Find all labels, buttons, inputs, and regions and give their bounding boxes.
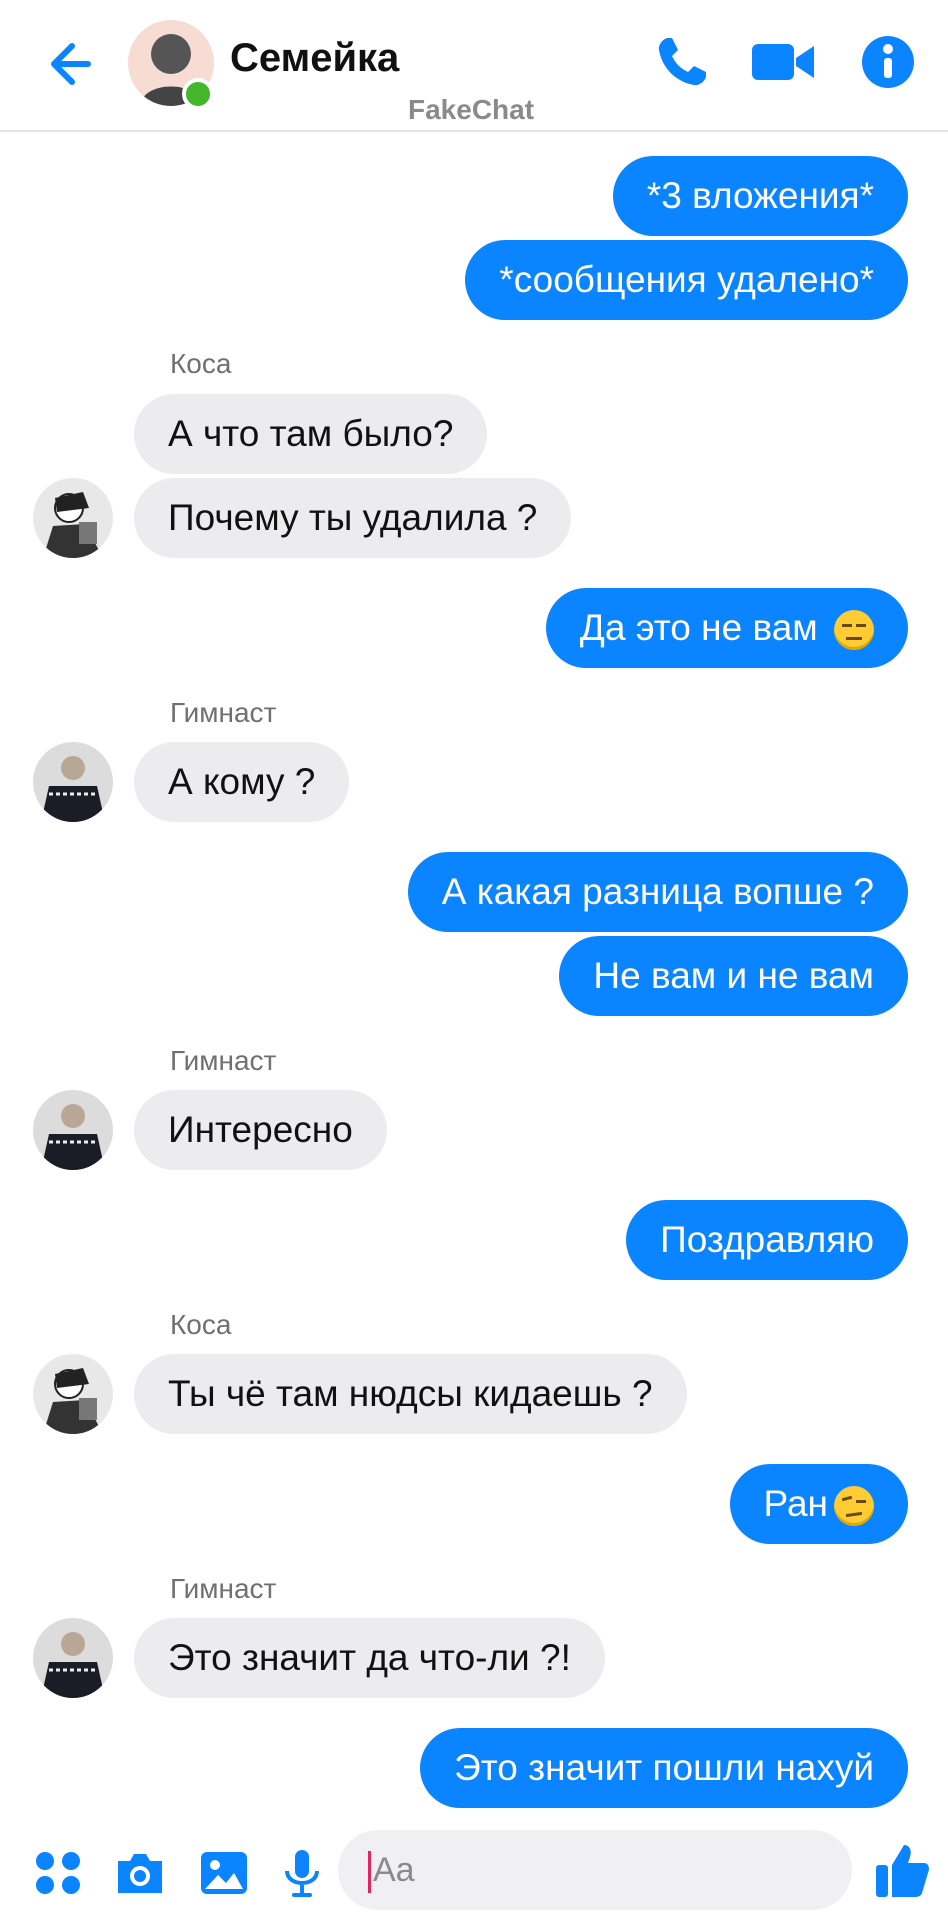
video-camera-icon[interactable] (748, 30, 818, 94)
sender-name: Коса (170, 1309, 232, 1340)
message-bubble-incoming[interactable]: А кому ? (134, 742, 350, 822)
message-text: Не вам и не вам (593, 955, 874, 996)
expressionless-face-emoji (834, 610, 874, 651)
message-bubble-incoming[interactable]: Это значит да что-ли ?! (134, 1618, 605, 1698)
message-bubble-outgoing[interactable]: Не вам и не вам (559, 936, 908, 1016)
message-text: А кому ? (168, 761, 316, 802)
info-icon[interactable] (856, 30, 920, 94)
thumbs-up-icon[interactable] (872, 1841, 932, 1901)
text-cursor (368, 1851, 371, 1894)
sender-avatar-kosa[interactable] (33, 1354, 113, 1434)
sender-name: Гимнаст (170, 1573, 277, 1604)
chat-title[interactable]: Семейка (230, 36, 399, 81)
message-text: Интересно (168, 1109, 353, 1150)
message-bubble-incoming[interactable]: А что там было? (134, 394, 488, 474)
online-status-indicator (182, 78, 214, 110)
message-text: *3 вложения* (646, 175, 874, 216)
sender-name: Гимнаст (170, 697, 277, 728)
message-text: А что там было? (168, 413, 454, 454)
message-bubble-outgoing[interactable]: Это значит пошли нахуй (420, 1728, 908, 1808)
message-text: Это значит пошли нахуй (454, 1747, 874, 1788)
sender-avatar-gimnast[interactable] (33, 742, 113, 822)
message-list[interactable]: *3 вложения* *сообщения удалено* Коса А … (0, 130, 948, 1825)
camera-icon[interactable] (112, 1845, 168, 1901)
sender-avatar-kosa[interactable] (33, 478, 113, 558)
sender-name: Гимнаст (170, 1045, 277, 1076)
message-bubble-incoming[interactable]: Почему ты удалила ? (134, 478, 572, 558)
message-bubble-outgoing[interactable]: *3 вложения* (612, 156, 908, 236)
message-bubble-incoming[interactable]: Ты чё там нюдсы кидаешь ? (134, 1354, 687, 1434)
message-text: *сообщения удалено* (499, 259, 874, 300)
message-bubble-outgoing[interactable]: *сообщения удалено* (465, 240, 908, 320)
microphone-icon[interactable] (274, 1845, 330, 1901)
raised-eyebrow-face-emoji (834, 1486, 874, 1527)
message-input-placeholder: Aa (373, 1851, 415, 1889)
message-bubble-outgoing[interactable]: Поздравляю (626, 1200, 908, 1280)
sender-avatar-gimnast[interactable] (33, 1090, 113, 1170)
apps-grid-icon[interactable] (30, 1845, 86, 1901)
message-bubble-outgoing[interactable]: Ран (729, 1464, 908, 1544)
image-icon[interactable] (196, 1845, 252, 1901)
message-text: Почему ты удалила ? (168, 497, 538, 538)
sender-avatar-gimnast[interactable] (33, 1618, 113, 1698)
message-text: Поздравляю (660, 1219, 874, 1260)
message-text: Ран (763, 1483, 828, 1524)
chat-header: Семейка FakeChat (0, 0, 948, 132)
phone-icon[interactable] (650, 30, 714, 94)
app-watermark: FakeChat (408, 94, 535, 125)
message-bubble-outgoing[interactable]: Да это не вам (545, 588, 908, 668)
back-arrow-icon[interactable] (44, 34, 104, 94)
message-text: Ты чё там нюдсы кидаешь ? (168, 1373, 653, 1414)
message-text: Да это не вам (579, 607, 818, 648)
message-bubble-incoming[interactable]: Интересно (134, 1090, 387, 1170)
message-input[interactable]: Aa (338, 1830, 852, 1910)
sender-name: Коса (170, 348, 232, 379)
message-bubble-outgoing[interactable]: А какая разница вопше ? (407, 852, 908, 932)
message-text: Это значит да что-ли ?! (168, 1637, 571, 1678)
message-text: А какая разница вопше ? (441, 871, 874, 912)
